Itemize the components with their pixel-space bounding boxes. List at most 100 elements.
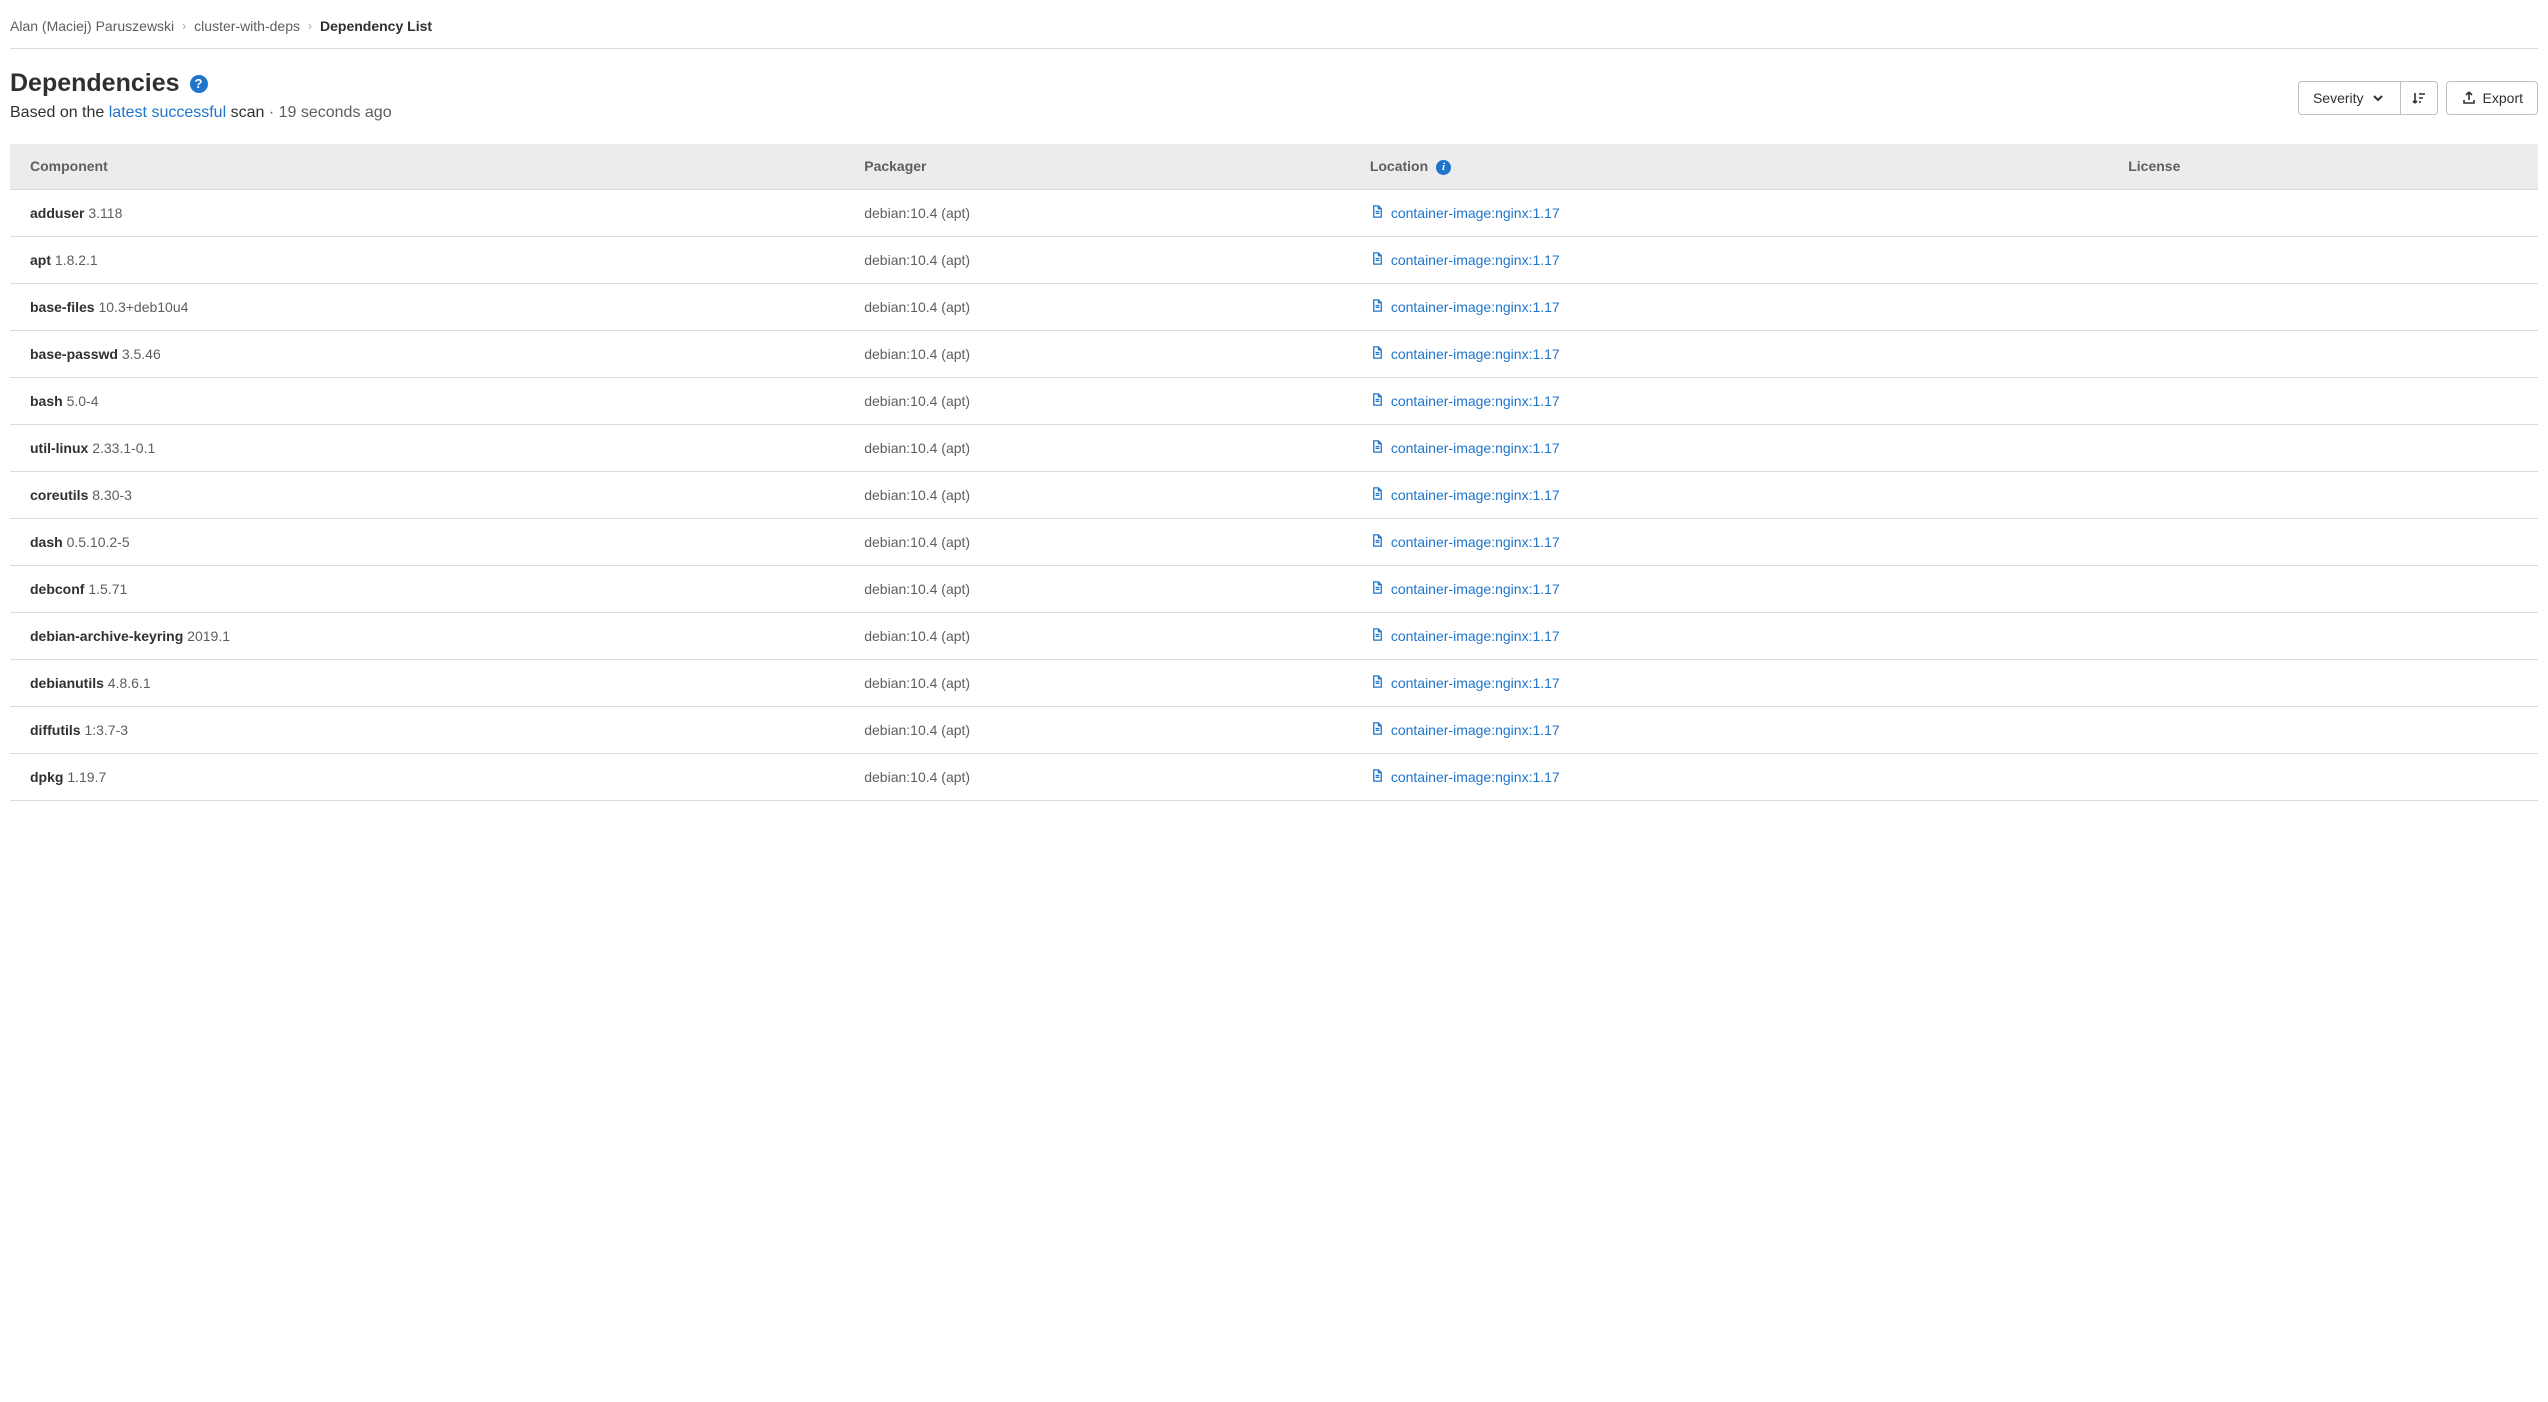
location-link[interactable]: container-image:nginx:1.17 — [1370, 298, 1560, 316]
location-text: container-image:nginx:1.17 — [1391, 205, 1560, 221]
document-icon — [1370, 298, 1385, 316]
cell-location: container-image:nginx:1.17 — [1350, 330, 2108, 377]
cell-location: container-image:nginx:1.17 — [1350, 189, 2108, 236]
export-label: Export — [2483, 90, 2523, 106]
cell-location: container-image:nginx:1.17 — [1350, 283, 2108, 330]
cell-location: container-image:nginx:1.17 — [1350, 753, 2108, 800]
cell-component: apt 1.8.2.1 — [10, 236, 844, 283]
toolbar: Severity Export — [2298, 81, 2538, 115]
header-component[interactable]: Component — [10, 144, 844, 189]
document-icon — [1370, 345, 1385, 363]
breadcrumb-current: Dependency List — [320, 18, 432, 34]
location-text: container-image:nginx:1.17 — [1391, 252, 1560, 268]
cell-packager: debian:10.4 (apt) — [844, 753, 1350, 800]
location-text: container-image:nginx:1.17 — [1391, 675, 1560, 691]
cell-license — [2108, 706, 2538, 753]
component-name: debian-archive-keyring — [30, 628, 183, 644]
component-version: 10.3+deb10u4 — [98, 299, 188, 315]
dependency-table: Component Packager Location i License ad… — [10, 144, 2538, 801]
cell-location: container-image:nginx:1.17 — [1350, 518, 2108, 565]
table-row: debianutils 4.8.6.1debian:10.4 (apt)cont… — [10, 659, 2538, 706]
component-version: 2019.1 — [187, 628, 230, 644]
location-link[interactable]: container-image:nginx:1.17 — [1370, 533, 1560, 551]
table-row: apt 1.8.2.1debian:10.4 (apt)container-im… — [10, 236, 2538, 283]
location-link[interactable]: container-image:nginx:1.17 — [1370, 486, 1560, 504]
page-title: Dependencies ? — [10, 69, 392, 98]
cell-location: container-image:nginx:1.17 — [1350, 612, 2108, 659]
location-text: container-image:nginx:1.17 — [1391, 628, 1560, 644]
location-link[interactable]: container-image:nginx:1.17 — [1370, 251, 1560, 269]
breadcrumb-item-project[interactable]: cluster-with-deps — [194, 18, 300, 34]
cell-component: diffutils 1:3.7-3 — [10, 706, 844, 753]
help-icon[interactable]: ? — [190, 75, 208, 93]
component-version: 1:3.7-3 — [84, 722, 128, 738]
breadcrumb-separator-icon: › — [308, 19, 312, 33]
location-link[interactable]: container-image:nginx:1.17 — [1370, 721, 1560, 739]
info-icon[interactable]: i — [1436, 160, 1451, 175]
cell-packager: debian:10.4 (apt) — [844, 706, 1350, 753]
component-version: 1.8.2.1 — [55, 252, 98, 268]
component-name: util-linux — [30, 440, 88, 456]
cell-packager: debian:10.4 (apt) — [844, 612, 1350, 659]
cell-license — [2108, 377, 2538, 424]
title-block: Dependencies ? Based on the latest succe… — [10, 69, 392, 122]
table-row: coreutils 8.30-3debian:10.4 (apt)contain… — [10, 471, 2538, 518]
location-link[interactable]: container-image:nginx:1.17 — [1370, 580, 1560, 598]
cell-component: debianutils 4.8.6.1 — [10, 659, 844, 706]
sort-icon — [2411, 90, 2427, 106]
cell-license — [2108, 659, 2538, 706]
scan-subtitle: Based on the latest successful scan · 19… — [10, 104, 392, 122]
severity-label: Severity — [2313, 90, 2364, 106]
location-text: container-image:nginx:1.17 — [1391, 581, 1560, 597]
component-name: base-passwd — [30, 346, 118, 362]
location-link[interactable]: container-image:nginx:1.17 — [1370, 204, 1560, 222]
cell-component: dash 0.5.10.2-5 — [10, 518, 844, 565]
location-text: container-image:nginx:1.17 — [1391, 440, 1560, 456]
subtitle-suffix: scan — [226, 104, 264, 121]
location-link[interactable]: container-image:nginx:1.17 — [1370, 439, 1560, 457]
component-name: debianutils — [30, 675, 104, 691]
location-link[interactable]: container-image:nginx:1.17 — [1370, 768, 1560, 786]
component-version: 4.8.6.1 — [108, 675, 151, 691]
sort-direction-button[interactable] — [2400, 81, 2438, 115]
severity-dropdown[interactable]: Severity — [2298, 81, 2400, 115]
table-header-row: Component Packager Location i License — [10, 144, 2538, 189]
cell-location: container-image:nginx:1.17 — [1350, 706, 2108, 753]
breadcrumb-item-user[interactable]: Alan (Maciej) Paruszewski — [10, 18, 174, 34]
cell-packager: debian:10.4 (apt) — [844, 471, 1350, 518]
cell-location: container-image:nginx:1.17 — [1350, 236, 2108, 283]
scan-time: 19 seconds ago — [279, 104, 392, 121]
location-link[interactable]: container-image:nginx:1.17 — [1370, 345, 1560, 363]
export-button[interactable]: Export — [2446, 81, 2538, 115]
latest-scan-link[interactable]: latest successful — [109, 104, 226, 121]
component-name: bash — [30, 393, 63, 409]
component-name: base-files — [30, 299, 95, 315]
component-name: dpkg — [30, 769, 63, 785]
cell-license — [2108, 330, 2538, 377]
header-packager[interactable]: Packager — [844, 144, 1350, 189]
component-version: 2.33.1-0.1 — [92, 440, 155, 456]
cell-packager: debian:10.4 (apt) — [844, 189, 1350, 236]
table-row: bash 5.0-4debian:10.4 (apt)container-ima… — [10, 377, 2538, 424]
header-license[interactable]: License — [2108, 144, 2538, 189]
header-location[interactable]: Location i — [1350, 144, 2108, 189]
location-text: container-image:nginx:1.17 — [1391, 393, 1560, 409]
location-link[interactable]: container-image:nginx:1.17 — [1370, 674, 1560, 692]
component-version: 3.5.46 — [122, 346, 161, 362]
cell-license — [2108, 471, 2538, 518]
cell-packager: debian:10.4 (apt) — [844, 565, 1350, 612]
cell-component: debian-archive-keyring 2019.1 — [10, 612, 844, 659]
table-row: debian-archive-keyring 2019.1debian:10.4… — [10, 612, 2538, 659]
table-row: dash 0.5.10.2-5debian:10.4 (apt)containe… — [10, 518, 2538, 565]
location-link[interactable]: container-image:nginx:1.17 — [1370, 392, 1560, 410]
cell-packager: debian:10.4 (apt) — [844, 330, 1350, 377]
cell-packager: debian:10.4 (apt) — [844, 283, 1350, 330]
component-version: 0.5.10.2-5 — [67, 534, 130, 550]
document-icon — [1370, 533, 1385, 551]
subtitle-separator: · — [264, 104, 278, 121]
location-link[interactable]: container-image:nginx:1.17 — [1370, 627, 1560, 645]
cell-packager: debian:10.4 (apt) — [844, 377, 1350, 424]
table-row: adduser 3.118debian:10.4 (apt)container-… — [10, 189, 2538, 236]
location-text: container-image:nginx:1.17 — [1391, 722, 1560, 738]
location-text: container-image:nginx:1.17 — [1391, 534, 1560, 550]
